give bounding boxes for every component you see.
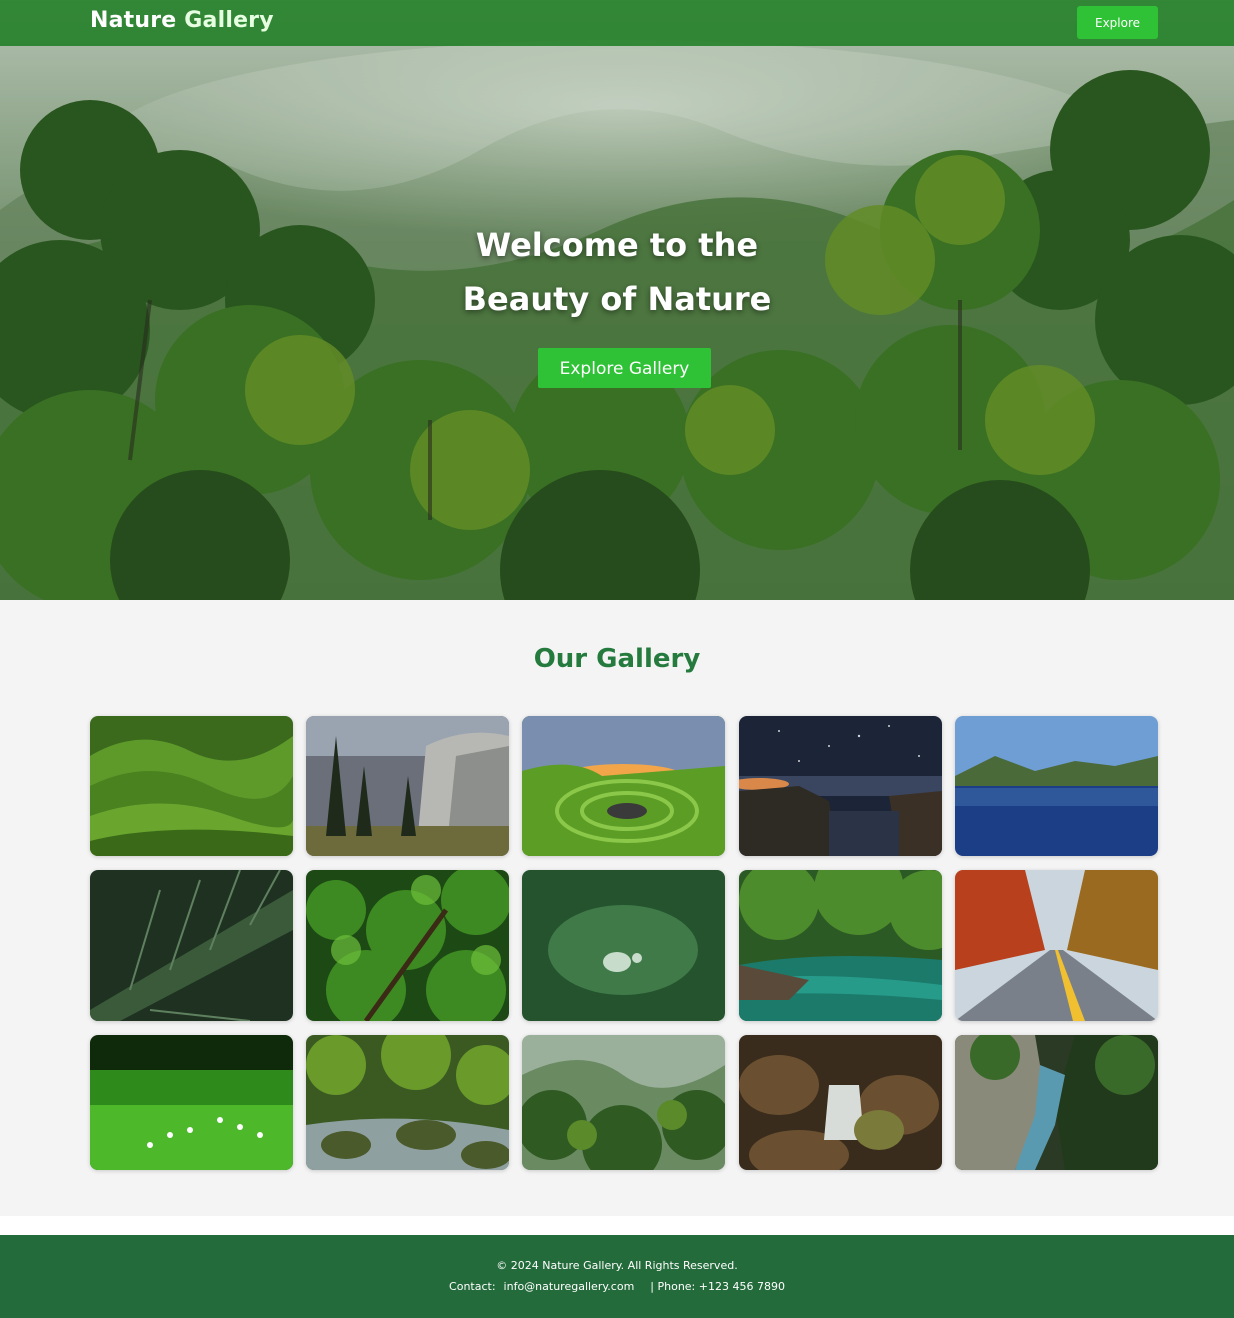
gallery-image-mossy-stream[interactable] [306, 1035, 509, 1170]
brand-name-part2: Gallery [184, 8, 274, 33]
footer: © 2024 Nature Gallery. All Rights Reserv… [0, 1235, 1234, 1318]
gallery-image-leaf-closeup[interactable] [90, 870, 293, 1021]
gallery-image-jungle[interactable] [306, 870, 509, 1021]
gallery-image-grass-flowers[interactable] [90, 1035, 293, 1170]
gallery-image-cliff-forest[interactable] [306, 716, 509, 856]
footer-copyright: © 2024 Nature Gallery. All Rights Reserv… [496, 1259, 738, 1272]
gallery-title: Our Gallery [533, 644, 701, 674]
hero-title: Welcome to the Beauty of Nature [417, 218, 817, 326]
hero-section: Nature Gallery Explore Welcome to the Be… [0, 0, 1234, 600]
footer-contact-line: Contact: info@naturegallery.com | Phone: +… [0, 1280, 1234, 1293]
brand-name-part1: Nature [90, 8, 185, 33]
hero-title-line1: Welcome to the [475, 226, 759, 264]
gallery-image-mountain-lake[interactable] [955, 716, 1158, 856]
explore-gallery-button[interactable]: Explore Gallery [538, 348, 711, 388]
brand-logo[interactable]: Nature Gallery [90, 8, 274, 33]
footer-contact-label: Contact: [449, 1280, 496, 1293]
nav-explore-button[interactable]: Explore [1077, 6, 1158, 39]
hero-title-line2: Beauty of Nature [462, 280, 772, 318]
gallery-image-water-droplet[interactable] [522, 870, 725, 1021]
footer-phone: | Phone: +123 456 7890 [650, 1280, 785, 1293]
gallery-image-river-canyon[interactable] [955, 1035, 1158, 1170]
footer-email-link[interactable]: info@naturegallery.com [504, 1280, 635, 1293]
gallery-section: Our Gallery [0, 600, 1234, 1216]
navbar: Nature Gallery Explore [0, 0, 1234, 46]
gallery-image-forest-river[interactable] [739, 870, 942, 1021]
gallery-image-waterfall[interactable] [739, 1035, 942, 1170]
gallery-image-misty-valley[interactable] [522, 1035, 725, 1170]
gallery-image-autumn-road[interactable] [955, 870, 1158, 1021]
gallery-image-spiral-grass[interactable] [522, 716, 725, 856]
gallery-image-starry-coast[interactable] [739, 716, 942, 856]
gallery-image-rolling-hills[interactable] [90, 716, 293, 856]
